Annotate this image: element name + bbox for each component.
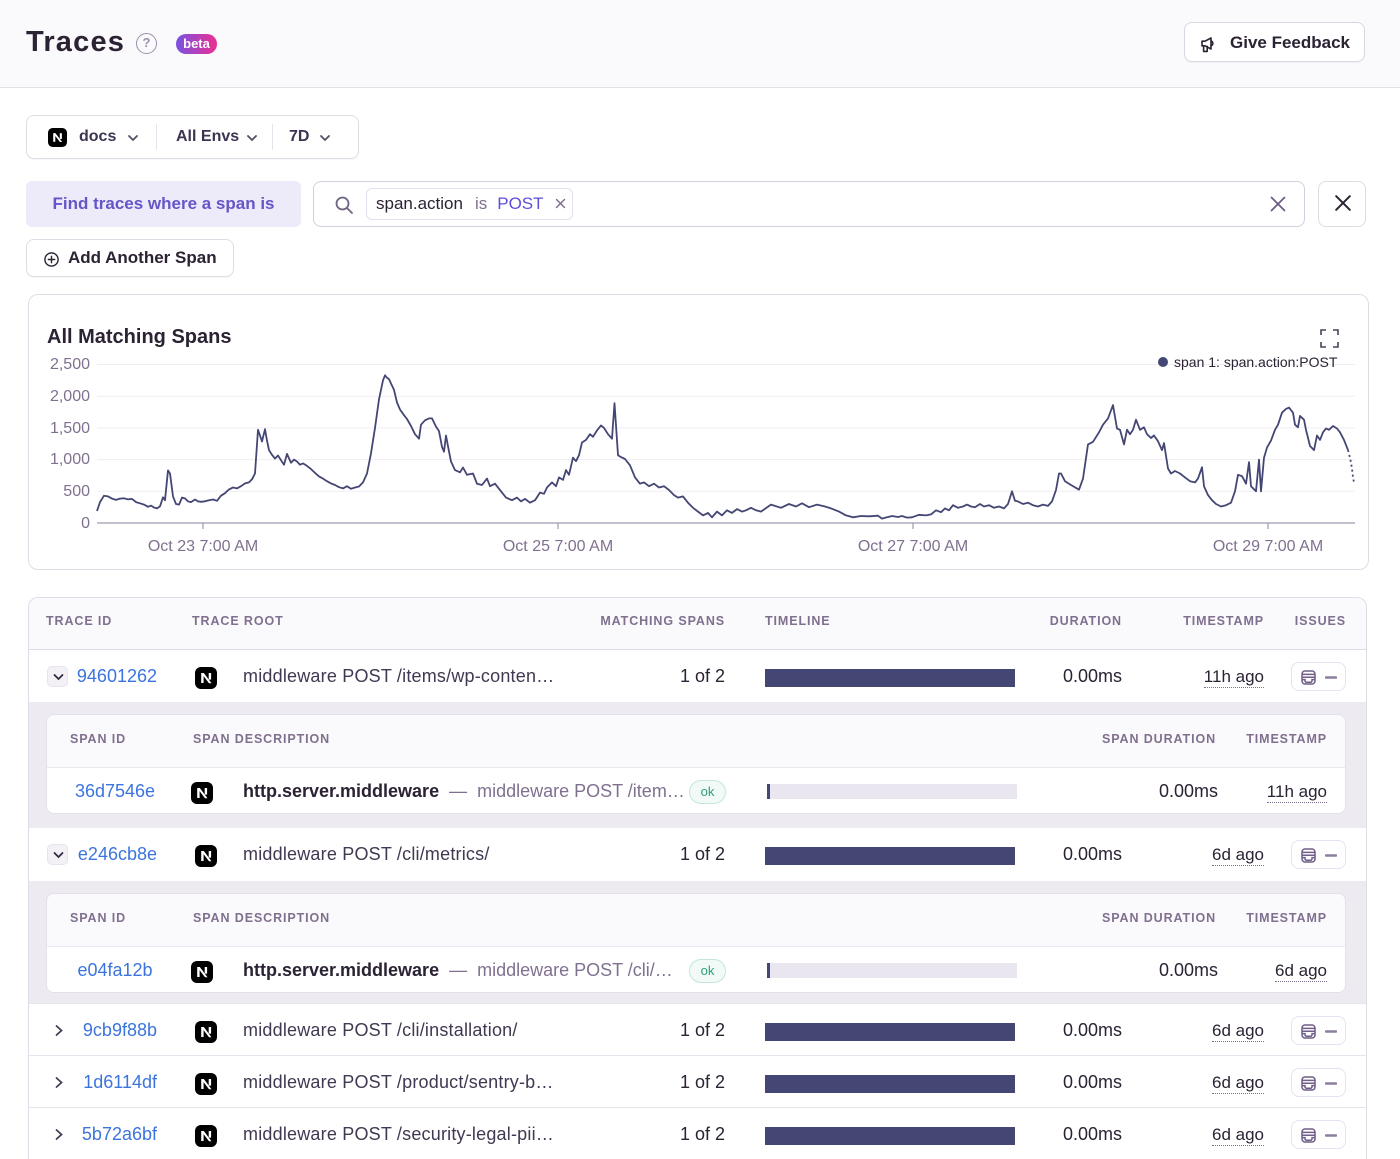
svg-text:Oct 29 7:00 AM: Oct 29 7:00 AM bbox=[1213, 538, 1323, 555]
svg-text:Oct 25 7:00 AM: Oct 25 7:00 AM bbox=[503, 538, 613, 555]
svg-text:Oct 27 7:00 AM: Oct 27 7:00 AM bbox=[858, 538, 968, 555]
svg-text:0: 0 bbox=[81, 515, 90, 532]
svg-text:span 1: span.action:POST: span 1: span.action:POST bbox=[1174, 354, 1338, 370]
svg-text:1,000: 1,000 bbox=[50, 451, 90, 468]
svg-text:2,000: 2,000 bbox=[50, 388, 90, 405]
svg-text:2,500: 2,500 bbox=[50, 356, 90, 373]
svg-text:Oct 23 7:00 AM: Oct 23 7:00 AM bbox=[148, 538, 258, 555]
svg-text:500: 500 bbox=[63, 483, 90, 500]
svg-text:1,500: 1,500 bbox=[50, 420, 90, 437]
svg-text:All Matching Spans: All Matching Spans bbox=[47, 326, 231, 348]
